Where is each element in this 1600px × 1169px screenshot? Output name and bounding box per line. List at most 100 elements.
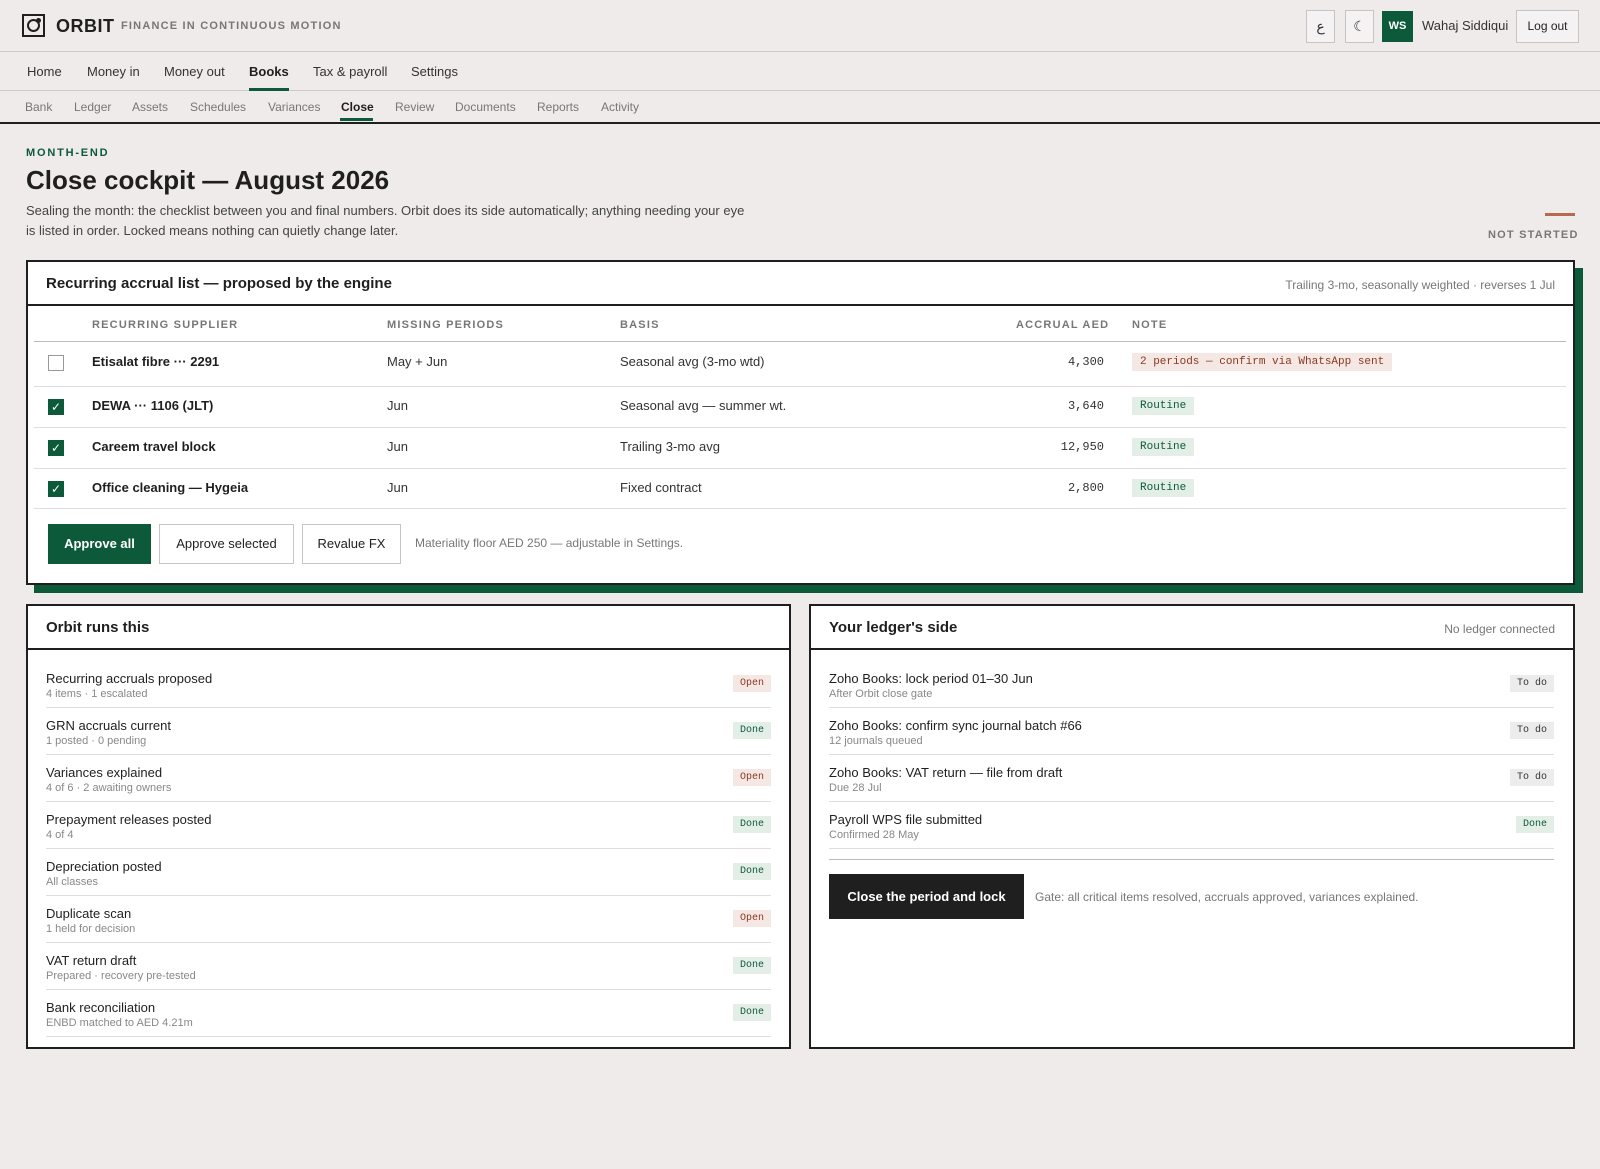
revalue-fx-button[interactable]: Revalue FX xyxy=(302,524,401,564)
missing-periods: May + Jun xyxy=(387,354,448,369)
list-item[interactable]: VAT return draft Prepared · recovery pre… xyxy=(46,943,771,990)
nav-home[interactable]: Home xyxy=(27,64,62,79)
close-period-button[interactable]: Close the period and lock xyxy=(829,874,1024,919)
accrual-amount: 4,300 xyxy=(1067,355,1104,369)
subnav-documents[interactable]: Documents xyxy=(455,100,516,114)
user-name: Wahaj Siddiqui xyxy=(1422,18,1509,33)
nav-money-in[interactable]: Money in xyxy=(87,64,140,79)
item-title: GRN accruals current xyxy=(46,718,171,733)
list-item[interactable]: Duplicate scan 1 held for decision Open xyxy=(46,896,771,943)
item-title: VAT return draft xyxy=(46,953,137,968)
list-item[interactable]: Zoho Books: VAT return — file from draft… xyxy=(829,755,1554,802)
supplier-name: Etisalat fibre ··· 2291 xyxy=(92,354,220,369)
ledger-side-header: Your ledger's side No ledger connected xyxy=(811,606,1573,650)
supplier-name: Careem travel block xyxy=(92,439,216,454)
list-item[interactable]: Depreciation posted All classes Done xyxy=(46,849,771,896)
row-checkbox[interactable]: ✓ xyxy=(48,440,64,456)
item-subtitle: 4 items · 1 escalated xyxy=(46,688,148,700)
nav-books[interactable]: Books xyxy=(249,64,289,79)
row-checkbox[interactable]: ✓ xyxy=(48,399,64,415)
brand-tagline: FINANCE IN CONTINUOUS MOTION xyxy=(121,20,342,32)
brand-name: ORBIT xyxy=(56,16,115,36)
accrual-basis: Fixed contract xyxy=(620,480,702,495)
status-badge: To do xyxy=(1509,722,1554,739)
status-indicator xyxy=(1545,213,1575,216)
status-badge: Open xyxy=(732,675,771,692)
missing-periods: Jun xyxy=(387,480,408,495)
missing-periods: Jun xyxy=(387,398,408,413)
item-title: Bank reconciliation xyxy=(46,1000,156,1015)
status-badge: Done xyxy=(1515,816,1554,833)
supplier-name: DEWA ··· 1106 (JLT) xyxy=(92,398,214,413)
item-subtitle: All classes xyxy=(46,876,98,888)
item-title: Variances explained xyxy=(46,765,163,780)
gate-note: Gate: all critical items resolved, accru… xyxy=(1035,890,1419,904)
table-row[interactable]: Etisalat fibre ··· 2291 May + Jun Season… xyxy=(34,341,1566,386)
subnav-ledger[interactable]: Ledger xyxy=(74,100,111,114)
theme-toggle-button[interactable]: ☾ xyxy=(1345,10,1374,43)
subnav-activity[interactable]: Activity xyxy=(601,100,639,114)
list-item[interactable]: Recurring accruals proposed 4 items · 1 … xyxy=(46,661,771,708)
orbit-side-title: Orbit runs this xyxy=(46,619,150,636)
subnav-assets[interactable]: Assets xyxy=(132,100,168,114)
language-toggle-button[interactable]: ع xyxy=(1306,10,1335,43)
missing-periods: Jun xyxy=(387,439,408,454)
list-item[interactable]: GRN accruals current 1 posted · 0 pendin… xyxy=(46,708,771,755)
note-badge: 2 periods — confirm via WhatsApp sent xyxy=(1132,353,1393,371)
note-badge: Routine xyxy=(1132,479,1195,497)
list-item[interactable]: Payroll WPS file submitted Confirmed 28 … xyxy=(829,802,1554,849)
subnav-reports[interactable]: Reports xyxy=(537,100,579,114)
item-title: Duplicate scan xyxy=(46,906,132,921)
item-subtitle: After Orbit close gate xyxy=(829,688,933,700)
table-row[interactable]: ✓ DEWA ··· 1106 (JLT) Jun Seasonal avg —… xyxy=(34,386,1566,427)
subnav-variances[interactable]: Variances xyxy=(268,100,320,114)
item-title: Zoho Books: confirm sync journal batch #… xyxy=(829,718,1082,733)
approve-selected-button[interactable]: Approve selected xyxy=(159,524,294,564)
item-subtitle: Due 28 Jul xyxy=(829,782,882,794)
note-badge: Routine xyxy=(1132,397,1195,415)
list-item[interactable]: Zoho Books: confirm sync journal batch #… xyxy=(829,708,1554,755)
status-badge: Done xyxy=(732,957,771,974)
logout-button[interactable]: Log out xyxy=(1516,10,1579,43)
materiality-note: Materiality floor AED 250 — adjustable i… xyxy=(415,536,684,550)
subnav-review[interactable]: Review xyxy=(395,100,434,114)
status-badge: To do xyxy=(1509,675,1554,692)
item-subtitle: Confirmed 28 May xyxy=(829,829,919,841)
col-header-accrual: ACCRUAL AED xyxy=(1016,319,1110,331)
note-badge: Routine xyxy=(1132,438,1195,456)
row-checkbox[interactable]: ✓ xyxy=(48,481,64,497)
accrual-amount: 12,950 xyxy=(1060,440,1104,454)
list-item[interactable]: Zoho Books: lock period 01–30 Jun After … xyxy=(829,661,1554,708)
approve-all-button[interactable]: Approve all xyxy=(48,524,151,564)
subnav-close[interactable]: Close xyxy=(341,100,374,114)
accruals-panel-meta: Trailing 3-mo, seasonally weighted · rev… xyxy=(1285,278,1555,292)
col-header-note: NOTE xyxy=(1132,319,1168,331)
list-item[interactable]: Variances explained 4 of 6 · 2 awaiting … xyxy=(46,755,771,802)
table-row[interactable]: ✓ Office cleaning — Hygeia Jun Fixed con… xyxy=(34,468,1566,509)
subnav-bank[interactable]: Bank xyxy=(25,100,52,114)
item-title: Prepayment releases posted xyxy=(46,812,212,827)
table-row[interactable]: ✓ Careem travel block Jun Trailing 3-mo … xyxy=(34,427,1566,468)
accrual-basis: Seasonal avg (3-mo wtd) xyxy=(620,354,765,369)
orbit-logo-icon[interactable] xyxy=(22,14,45,37)
page-eyebrow: MONTH-END xyxy=(26,147,110,159)
nav-money-out[interactable]: Money out xyxy=(164,64,225,79)
subnav-schedules[interactable]: Schedules xyxy=(190,100,246,114)
list-item[interactable]: Prepayment releases posted 4 of 4 Done xyxy=(46,802,771,849)
ledger-side-title: Your ledger's side xyxy=(829,619,958,636)
item-subtitle: Prepared · recovery pre-tested xyxy=(46,970,196,982)
divider xyxy=(829,859,1554,860)
avatar[interactable]: WS xyxy=(1382,11,1413,42)
accrual-amount: 3,640 xyxy=(1067,399,1104,413)
list-item[interactable]: Bank reconciliation ENBD matched to AED … xyxy=(46,990,771,1037)
col-header-periods: MISSING PERIODS xyxy=(387,319,505,331)
active-subnav-indicator xyxy=(340,118,373,121)
status-badge: To do xyxy=(1509,769,1554,786)
item-subtitle: 4 of 6 · 2 awaiting owners xyxy=(46,782,172,794)
nav-settings[interactable]: Settings xyxy=(411,64,458,79)
main-nav: Home Money in Money out Books Tax & payr… xyxy=(0,52,1600,91)
item-subtitle: 1 held for decision xyxy=(46,923,136,935)
nav-tax-payroll[interactable]: Tax & payroll xyxy=(313,64,387,79)
status-badge: Open xyxy=(732,910,771,927)
row-checkbox[interactable] xyxy=(48,355,64,371)
